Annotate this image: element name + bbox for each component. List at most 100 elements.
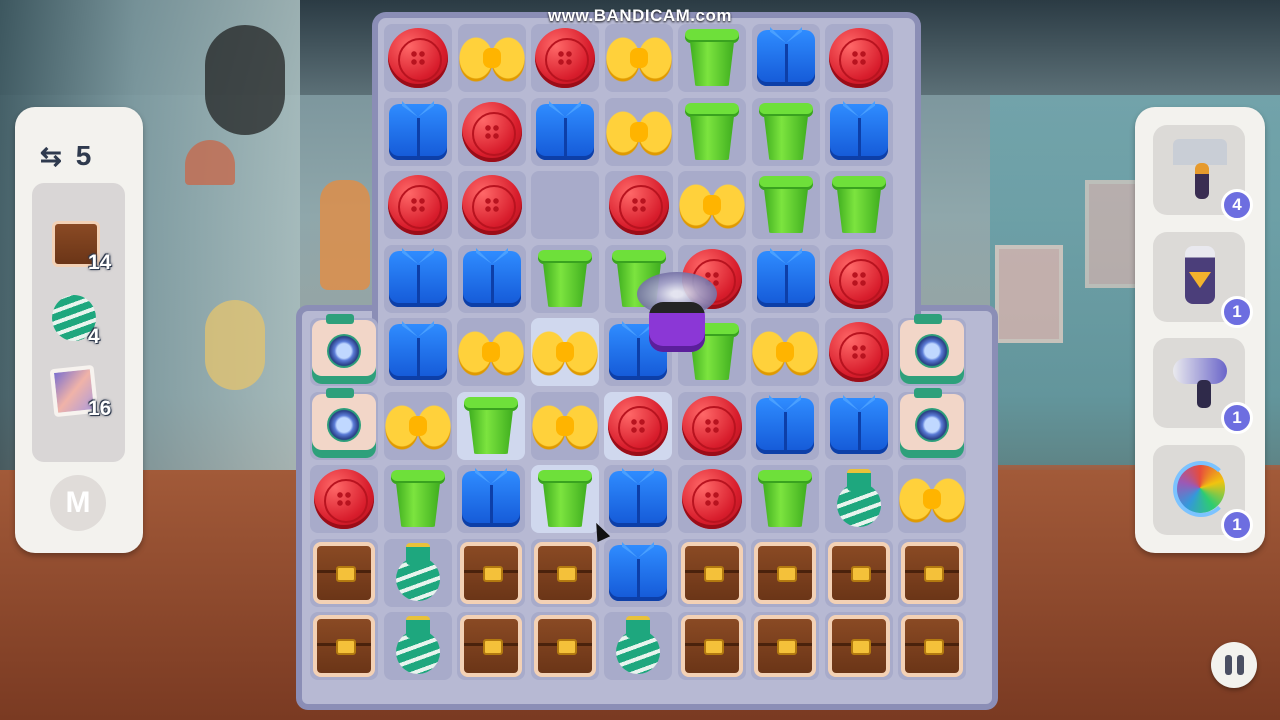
button-tile[interactable] <box>384 24 452 92</box>
chest-icon <box>313 542 375 604</box>
m-button[interactable]: M <box>50 475 106 531</box>
cup-tile[interactable] <box>752 98 820 166</box>
bow-icon <box>385 404 451 448</box>
button-tile[interactable] <box>384 171 452 239</box>
cup-tile[interactable] <box>531 465 599 533</box>
bow-tile[interactable] <box>678 171 746 239</box>
shirt-tile[interactable] <box>384 98 452 166</box>
vase-tile[interactable] <box>604 612 672 680</box>
cup-tile[interactable] <box>751 465 819 533</box>
shirt-icon <box>830 104 888 160</box>
shirt-tile[interactable] <box>604 465 672 533</box>
chest-tile[interactable] <box>531 539 599 607</box>
cup-tile[interactable] <box>531 245 599 313</box>
button-tile[interactable] <box>605 171 673 239</box>
bow-tile[interactable] <box>457 318 525 386</box>
bow-tile[interactable] <box>605 24 673 92</box>
chest-icon <box>901 615 963 677</box>
button-tile[interactable] <box>604 392 672 460</box>
shirt-tile[interactable] <box>751 392 819 460</box>
shirt-tile[interactable] <box>752 24 820 92</box>
camera-tile[interactable] <box>310 388 378 460</box>
chest-tile[interactable] <box>751 612 819 680</box>
bow-tile[interactable] <box>458 24 526 92</box>
button-tile[interactable] <box>825 245 893 313</box>
booster-shaver[interactable]: 1 <box>1153 232 1253 328</box>
bow-tile[interactable] <box>531 392 599 460</box>
shirt-icon <box>830 398 888 454</box>
cup-tile[interactable] <box>384 465 452 533</box>
cup-tile[interactable] <box>678 98 746 166</box>
camera-tile[interactable] <box>898 314 966 386</box>
bow-tile[interactable] <box>531 318 599 386</box>
shirt-tile[interactable] <box>825 98 893 166</box>
button-tile[interactable] <box>531 24 599 92</box>
bow-tile[interactable] <box>751 318 819 386</box>
goal-count: 4 <box>88 325 100 348</box>
chest-tile[interactable] <box>825 612 893 680</box>
cup-icon <box>391 470 445 528</box>
booster-count-badge: 1 <box>1221 509 1253 541</box>
chest-tile[interactable] <box>825 539 893 607</box>
pause-button[interactable] <box>1211 642 1257 688</box>
button-tile[interactable] <box>825 24 893 92</box>
shirt-tile[interactable] <box>458 245 526 313</box>
camera-tile[interactable] <box>898 388 966 460</box>
button-tile[interactable] <box>310 465 378 533</box>
chest-tile[interactable] <box>531 612 599 680</box>
vase-tile[interactable] <box>825 465 893 533</box>
bow-tile[interactable] <box>898 465 966 533</box>
button-tile[interactable] <box>678 392 746 460</box>
spinner-body <box>649 302 705 352</box>
button-tile[interactable] <box>458 171 526 239</box>
chest-tile[interactable] <box>898 539 966 607</box>
moves-value: 5 <box>75 140 92 171</box>
cup-tile[interactable] <box>752 171 820 239</box>
bow-tile[interactable] <box>605 98 673 166</box>
chest-tile[interactable] <box>898 612 966 680</box>
cup-tile[interactable] <box>678 24 746 92</box>
vase-tile[interactable] <box>384 539 452 607</box>
vase-tile[interactable] <box>384 612 452 680</box>
spinning-top-powerup[interactable] <box>637 272 717 362</box>
shirt-tile[interactable] <box>531 98 599 166</box>
background-lamp <box>205 25 285 135</box>
pause-icon <box>1236 655 1244 675</box>
shirt-tile[interactable] <box>384 318 452 386</box>
shirt-tile[interactable] <box>825 392 893 460</box>
shirt-tile[interactable] <box>752 245 820 313</box>
booster-hair-dryer[interactable]: 1 <box>1153 338 1253 434</box>
booster-shuffle[interactable]: 1 <box>1153 445 1253 541</box>
chest-tile[interactable] <box>310 612 378 680</box>
vase-icon <box>392 616 444 676</box>
goals-list: 14 4 16 <box>32 183 125 462</box>
booster-count-badge: 4 <box>1221 189 1253 221</box>
chest-tile[interactable] <box>678 612 746 680</box>
chest-tile[interactable] <box>751 539 819 607</box>
cup-tile[interactable] <box>825 171 893 239</box>
chest-icon <box>754 542 816 604</box>
shirt-icon <box>756 398 814 454</box>
cup-icon <box>832 176 886 234</box>
button-tile[interactable] <box>825 318 893 386</box>
shirt-tile[interactable] <box>457 465 525 533</box>
chest-tile[interactable] <box>457 539 525 607</box>
bow-tile[interactable] <box>384 392 452 460</box>
booster-hammer[interactable]: 4 <box>1153 125 1253 221</box>
button-tile[interactable] <box>678 465 746 533</box>
chest-tile[interactable] <box>310 539 378 607</box>
bow-icon <box>532 330 598 374</box>
shirt-tile[interactable] <box>604 539 672 607</box>
button-tile[interactable] <box>458 98 526 166</box>
shirt-icon <box>463 251 521 307</box>
button-icon <box>608 396 668 456</box>
chest-tile[interactable] <box>678 539 746 607</box>
camera-icon <box>312 388 376 458</box>
chest-tile[interactable] <box>457 612 525 680</box>
cup-icon <box>685 29 739 87</box>
cup-tile[interactable] <box>457 392 525 460</box>
cup-icon <box>759 176 813 234</box>
camera-tile[interactable] <box>310 314 378 386</box>
shirt-tile[interactable] <box>384 245 452 313</box>
bow-icon <box>606 36 672 80</box>
